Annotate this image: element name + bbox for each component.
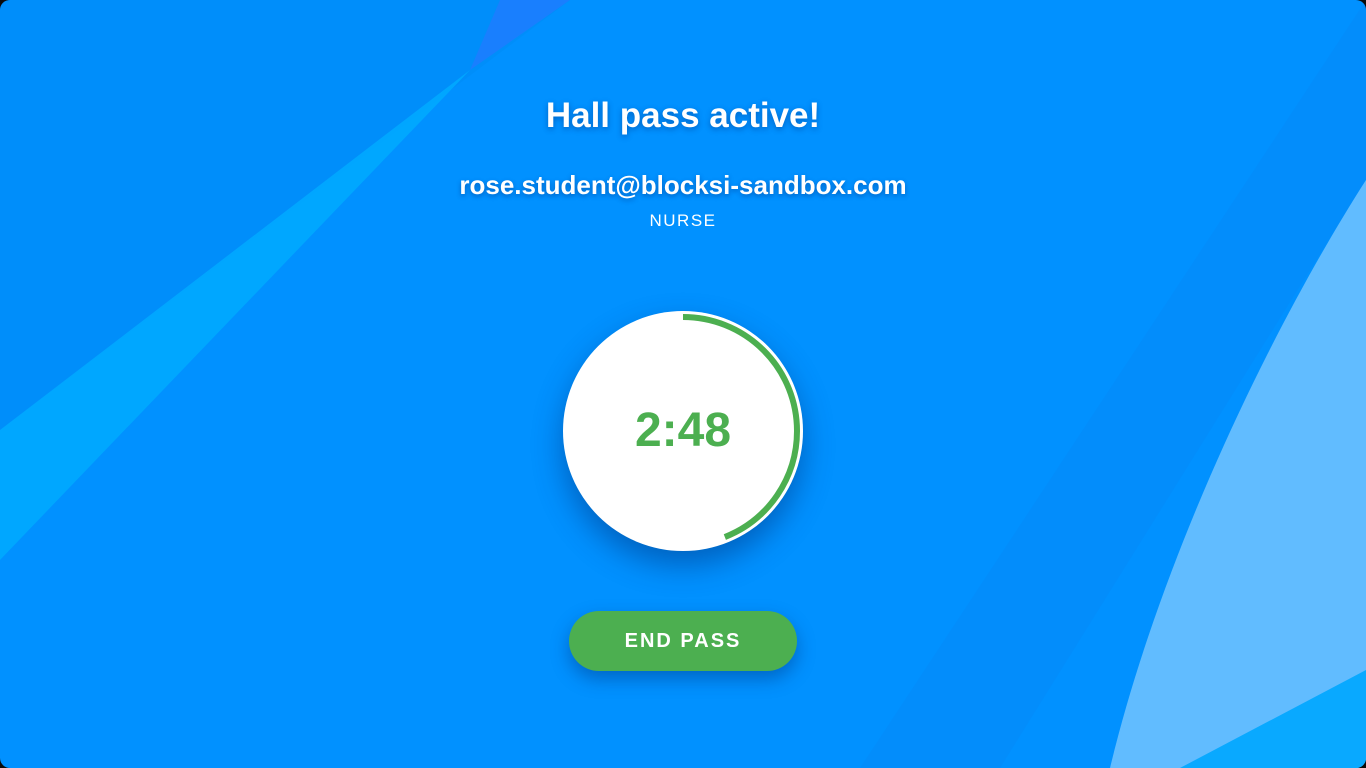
timer-value: 2:48 <box>634 404 732 457</box>
pass-destination: NURSE <box>649 211 717 230</box>
hall-pass-window: Hall pass active! rose.student@blocksi-s… <box>0 0 1366 768</box>
countdown-timer: 2:48 <box>563 311 803 551</box>
page-title: Hall pass active! <box>545 96 821 135</box>
end-pass-button[interactable]: END PASS <box>569 611 797 671</box>
student-email: rose.student@blocksi-sandbox.com <box>459 170 907 200</box>
